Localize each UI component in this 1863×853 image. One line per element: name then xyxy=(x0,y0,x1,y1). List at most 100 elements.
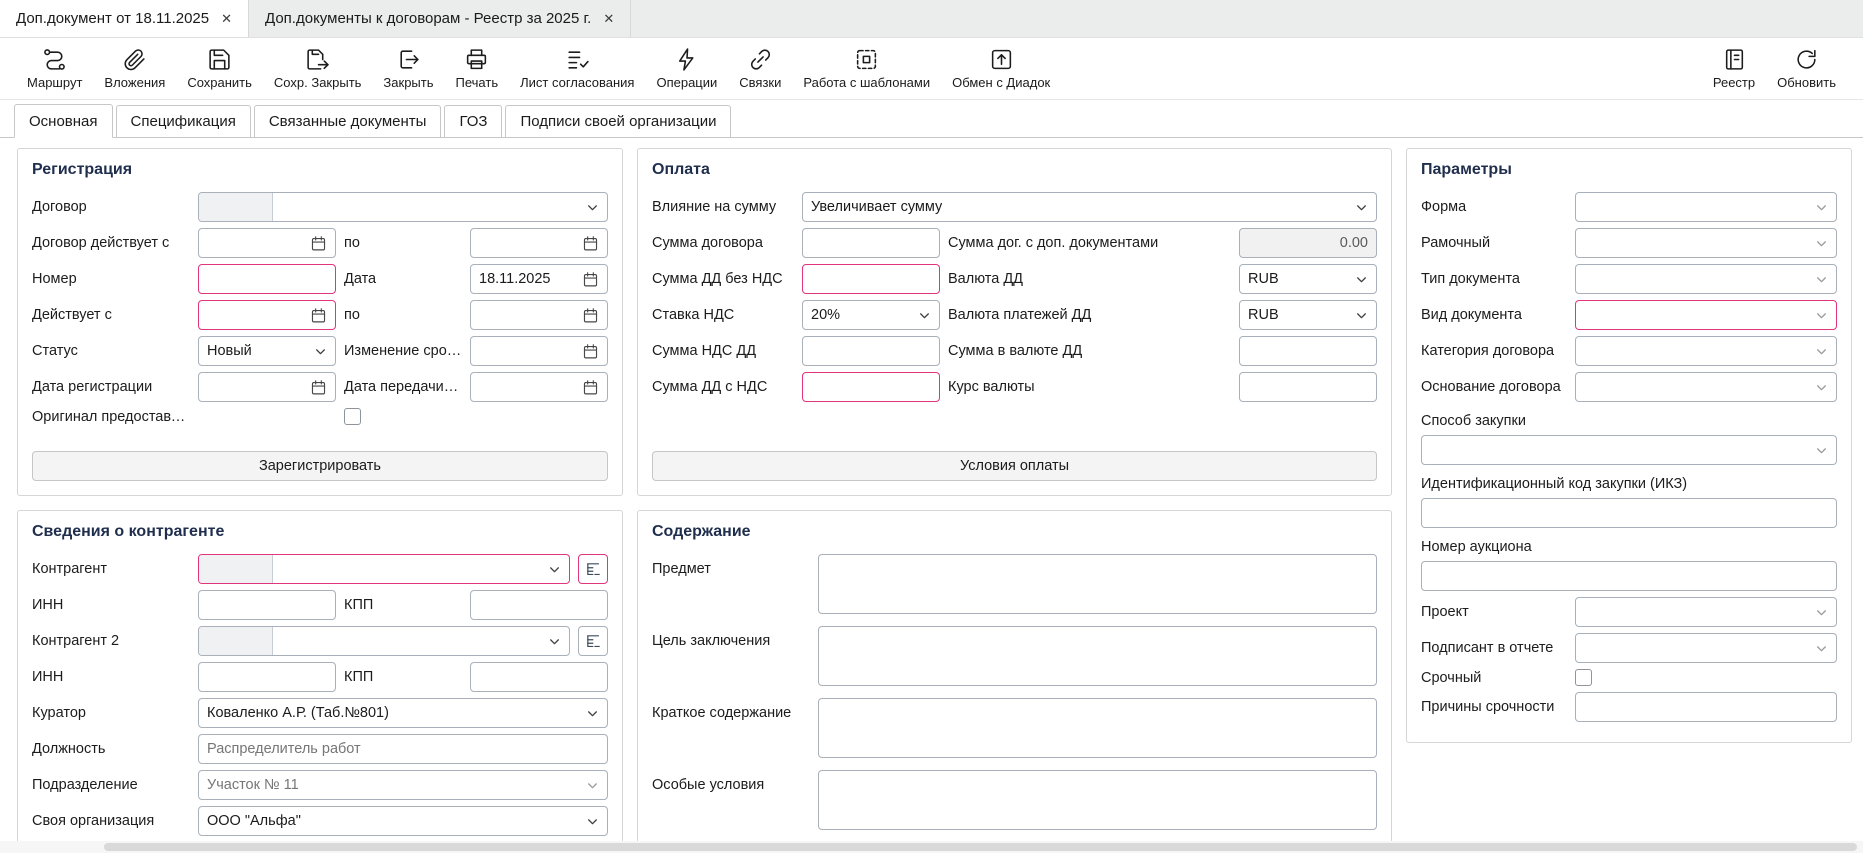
subject-textarea[interactable] xyxy=(818,554,1377,614)
transfer-date-input[interactable] xyxy=(470,372,608,402)
chevron-down-icon xyxy=(1355,201,1368,214)
chevron-down-icon xyxy=(1815,237,1828,250)
number-input[interactable] xyxy=(198,264,336,294)
contract-code-segment[interactable] xyxy=(199,193,273,221)
field-label: Изменение срока д… xyxy=(344,343,462,359)
inn-input[interactable] xyxy=(198,590,336,620)
operations-button[interactable]: Операции xyxy=(645,47,728,90)
special-terms-textarea[interactable] xyxy=(818,770,1377,830)
paperclip-icon xyxy=(122,47,147,72)
contractor2-hierarchy-button[interactable] xyxy=(578,626,608,656)
close-button[interactable]: Закрыть xyxy=(372,47,444,90)
frame-select[interactable] xyxy=(1575,228,1837,258)
currency-rate-input[interactable] xyxy=(1239,372,1377,402)
contract-valid-to-input[interactable] xyxy=(470,228,608,258)
dd-sum-no-vat-input[interactable] xyxy=(802,264,940,294)
left-column: Регистрация Договор Договор действует с … xyxy=(17,148,623,853)
acts-to-input[interactable] xyxy=(470,300,608,330)
date-input[interactable]: 18.11.2025 xyxy=(470,264,608,294)
print-button[interactable]: Печать xyxy=(445,47,510,90)
diadoc-exchange-button[interactable]: Обмен с Диадок xyxy=(941,47,1061,90)
calendar-icon[interactable] xyxy=(582,343,599,360)
contract-combobox[interactable] xyxy=(198,192,608,222)
dd-currency-select[interactable]: RUB xyxy=(1239,264,1377,294)
dd-vat-sum-input[interactable] xyxy=(802,336,940,366)
contractor-code-segment[interactable] xyxy=(199,555,273,583)
contractor2-code-segment[interactable] xyxy=(199,627,273,655)
document-tab-bar: Основная Спецификация Связанные документ… xyxy=(0,100,1863,138)
close-tab-icon[interactable]: ✕ xyxy=(221,11,232,27)
tab-goz[interactable]: ГОЗ xyxy=(444,105,502,137)
calendar-icon[interactable] xyxy=(310,307,327,324)
tab-svyazannye-dokumenty[interactable]: Связанные документы xyxy=(254,105,442,137)
registry-button[interactable]: Реестр xyxy=(1702,47,1766,90)
project-select[interactable] xyxy=(1575,597,1837,627)
dd-payment-currency-select[interactable]: RUB xyxy=(1239,300,1377,330)
save-close-button[interactable]: Сохр. Закрыть xyxy=(263,47,373,90)
contract-category-select[interactable] xyxy=(1575,336,1837,366)
calendar-icon[interactable] xyxy=(582,235,599,252)
position-input[interactable]: Распределитель работ xyxy=(198,734,608,764)
tab-osnovnaya[interactable]: Основная xyxy=(14,104,113,138)
summary-textarea[interactable] xyxy=(818,698,1377,758)
own-organization-select[interactable]: ООО "Альфа" xyxy=(198,806,608,836)
calendar-icon[interactable] xyxy=(310,379,327,396)
scrollbar-thumb[interactable] xyxy=(104,843,1857,851)
links-button[interactable]: Связки xyxy=(728,47,792,90)
calendar-icon[interactable] xyxy=(582,271,599,288)
window-tab-document[interactable]: Доп.документ от 18.11.2025 ✕ xyxy=(0,0,249,37)
acts-from-input[interactable] xyxy=(198,300,336,330)
auction-number-input[interactable] xyxy=(1421,561,1837,591)
payment-terms-button[interactable]: Условия оплаты xyxy=(652,451,1377,481)
right-column: Параметры Форма Рамочный Тип документа В… xyxy=(1406,148,1852,743)
curator-select[interactable]: Коваленко А.Р. (Таб.№801) xyxy=(198,698,608,728)
route-button[interactable]: Маршрут xyxy=(16,47,93,90)
ikz-input[interactable] xyxy=(1421,498,1837,528)
tab-specifikaciya[interactable]: Спецификация xyxy=(116,105,251,137)
kpp2-input[interactable] xyxy=(470,662,608,692)
vat-rate-select[interactable]: 20% xyxy=(802,300,940,330)
urgent-checkbox[interactable] xyxy=(1575,669,1592,686)
influence-select[interactable]: Увеличивает сумму xyxy=(802,192,1377,222)
term-change-date-input[interactable] xyxy=(470,336,608,366)
doc-type-select[interactable] xyxy=(1575,264,1837,294)
field-label: Контрагент xyxy=(32,561,190,577)
horizontal-scrollbar[interactable] xyxy=(0,841,1863,853)
field-label: Краткое содержание xyxy=(652,698,810,721)
original-provided-checkbox[interactable] xyxy=(344,408,361,425)
chevron-down-icon xyxy=(1355,273,1368,286)
urgency-reasons-input[interactable] xyxy=(1575,692,1837,722)
attachments-button[interactable]: Вложения xyxy=(93,47,176,90)
department-select[interactable]: Участок № 11 xyxy=(198,770,608,800)
contract-sum-input[interactable] xyxy=(802,228,940,258)
contractor2-combobox[interactable] xyxy=(198,626,570,656)
contractor-combobox[interactable] xyxy=(198,554,570,584)
app-window: Доп.документ от 18.11.2025 ✕ Доп.докумен… xyxy=(0,0,1863,853)
calendar-icon[interactable] xyxy=(582,379,599,396)
inn2-input[interactable] xyxy=(198,662,336,692)
tab-podpisi[interactable]: Подписи своей организации xyxy=(505,105,731,137)
form-select[interactable] xyxy=(1575,192,1837,222)
dd-sum-with-vat-input[interactable] xyxy=(802,372,940,402)
calendar-icon[interactable] xyxy=(582,307,599,324)
register-button[interactable]: Зарегистрировать xyxy=(32,451,608,481)
refresh-button[interactable]: Обновить xyxy=(1766,47,1847,90)
report-signer-select[interactable] xyxy=(1575,633,1837,663)
dd-currency-sum-input[interactable] xyxy=(1239,336,1377,366)
contract-basis-select[interactable] xyxy=(1575,372,1837,402)
calendar-icon[interactable] xyxy=(310,235,327,252)
templates-button[interactable]: Работа с шаблонами xyxy=(792,47,941,90)
purchase-method-select[interactable] xyxy=(1421,435,1837,465)
contractor-hierarchy-button[interactable] xyxy=(578,554,608,584)
window-tab-registry[interactable]: Доп.документы к договорам - Реестр за 20… xyxy=(249,0,631,37)
close-tab-icon[interactable]: ✕ xyxy=(603,11,614,27)
approval-sheet-button[interactable]: Лист согласования xyxy=(509,47,645,90)
contract-valid-from-input[interactable] xyxy=(198,228,336,258)
status-select[interactable]: Новый xyxy=(198,336,336,366)
field-label: КПП xyxy=(344,597,462,613)
kpp-input[interactable] xyxy=(470,590,608,620)
purpose-textarea[interactable] xyxy=(818,626,1377,686)
save-button[interactable]: Сохранить xyxy=(176,47,263,90)
doc-kind-select[interactable] xyxy=(1575,300,1837,330)
registration-date-input[interactable] xyxy=(198,372,336,402)
